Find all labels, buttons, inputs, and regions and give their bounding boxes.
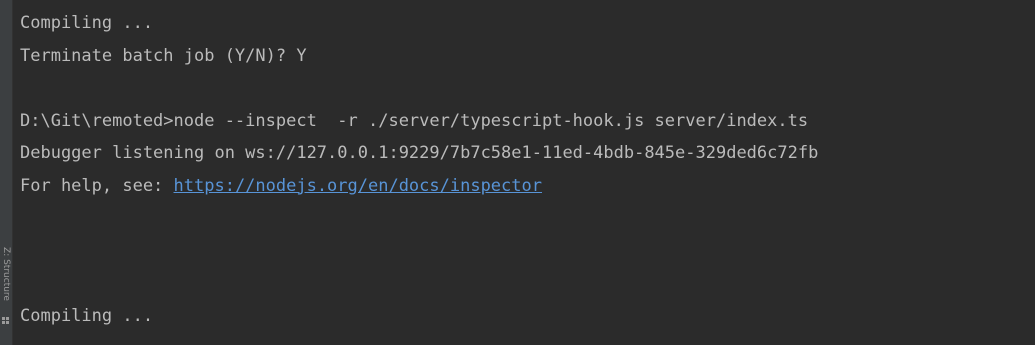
help-prefix: For help, see:: [20, 175, 174, 196]
console-line: Debugger listening on ws://127.0.0.1:922…: [20, 143, 819, 163]
console-line-empty: [20, 236, 1035, 269]
structure-tab-label: Z: Structure: [1, 247, 11, 301]
console-line: Terminate batch job (Y/N)? Y: [20, 45, 307, 66]
console-line-empty: [20, 73, 1035, 106]
console-line: Compiling ...: [20, 13, 154, 33]
terminal-window: Z: Structure Compiling ... Terminate bat…: [0, 0, 1035, 345]
console-line-help: For help, see: https://nodejs.org/en/doc…: [20, 171, 1035, 204]
inspector-docs-link[interactable]: https://nodejs.org/en/docs/inspector: [174, 176, 542, 196]
console-line-empty: [20, 268, 1035, 301]
structure-icon: [2, 317, 9, 324]
console-line: D:\Git\remoted>node --inspect -r ./serve…: [20, 110, 809, 131]
console-line: Compiling ...: [20, 305, 154, 326]
structure-tab[interactable]: Z: Structure: [0, 238, 12, 330]
console-line-empty: [20, 203, 1035, 236]
tool-window-strip: Z: Structure: [0, 0, 13, 345]
console-output[interactable]: Compiling ... Terminate batch job (Y/N)?…: [20, 8, 1035, 333]
